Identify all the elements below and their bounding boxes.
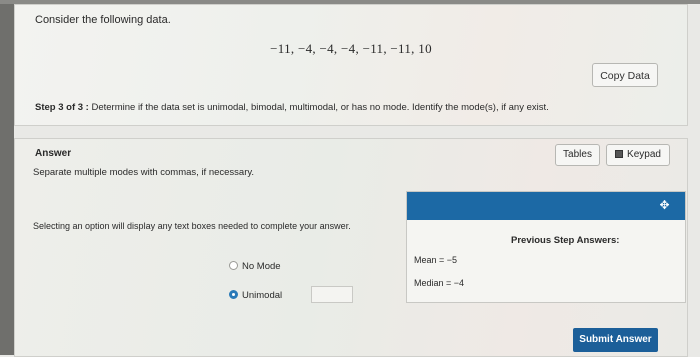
mode-input[interactable]: [311, 286, 353, 303]
step-instruction: Step 3 of 3 : Determine if the data set …: [35, 102, 549, 113]
selecting-note: Selecting an option will display any tex…: [33, 221, 351, 231]
tables-button[interactable]: Tables: [555, 144, 600, 166]
move-icon[interactable]: ✥: [658, 199, 671, 212]
step-text: Determine if the data set is unimodal, b…: [88, 102, 549, 113]
radio-no-mode[interactable]: [229, 261, 238, 270]
submit-answer-button[interactable]: Submit Answer: [573, 328, 658, 352]
radio-unimodal[interactable]: [229, 290, 238, 299]
previous-median: Median = −4: [414, 278, 465, 288]
question-prompt: Consider the following data.: [35, 14, 171, 26]
previous-step-title: Previous Step Answers:: [511, 235, 620, 246]
option-unimodal-label: Unimodal: [242, 290, 283, 301]
keypad-button[interactable]: Keypad: [606, 144, 670, 166]
keypad-label: Keypad: [627, 149, 661, 160]
option-unimodal[interactable]: Unimodal: [229, 290, 282, 301]
screen-bezel: [0, 0, 14, 355]
keypad-icon: [615, 150, 624, 158]
copy-data-button[interactable]: Copy Data: [592, 63, 658, 87]
answer-title: Answer: [35, 148, 72, 159]
data-set: −11, −4, −4, −4, −11, −11, 10: [270, 41, 432, 56]
option-no-mode-label: No Mode: [242, 261, 281, 272]
previous-step-panel: ✥ Previous Step Answers: Mean = −5 Media…: [406, 191, 686, 303]
previous-mean: Mean = −5: [414, 255, 458, 265]
previous-step-header[interactable]: ✥: [407, 192, 685, 220]
question-card: Consider the following data. −11, −4, −4…: [14, 4, 688, 126]
answer-instruction: Separate multiple modes with commas, if …: [33, 167, 255, 178]
option-no-mode[interactable]: No Mode: [229, 261, 281, 272]
step-label: Step 3 of 3 :: [35, 102, 89, 113]
